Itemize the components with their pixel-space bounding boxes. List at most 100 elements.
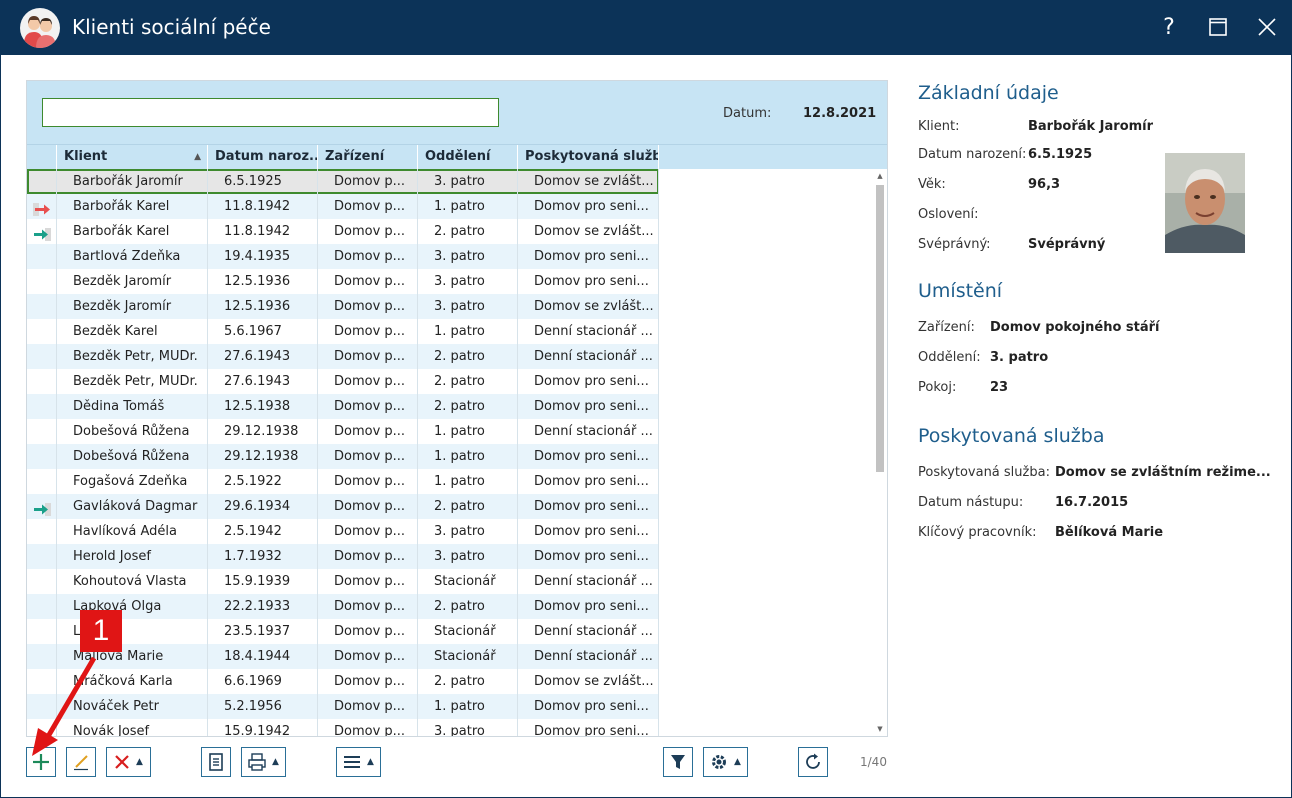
cell-klient: Kohoutová Vlasta [57,569,208,594]
chevron-up-icon: ▲ [272,757,279,767]
cell-oddeleni: 3. patro [418,519,518,544]
close-icon[interactable] [1252,12,1282,42]
cell-status [27,494,57,519]
cell-oddeleni: 1. patro [418,319,518,344]
cell-zarizeni: Domov p... [318,494,418,519]
settings-button[interactable]: ▲ [703,747,748,777]
table-row[interactable]: Gavláková Dagmar 29.6.1934 Domov p... 2. pa… [27,494,659,519]
filter-button[interactable] [663,747,693,777]
header-oddeleni[interactable]: Oddělení [418,145,518,170]
cell-sluzba: Domov pro seni... [518,369,659,394]
search-input[interactable] [42,98,499,127]
cell-klient: Barbořák Karel [57,194,208,219]
scroll-thumb[interactable] [876,185,884,472]
table-row[interactable]: Herold Josef 1.7.1932 Domov p... 3. patro Do… [27,544,659,569]
table-row[interactable]: Nováček Petr 5.2.1956 Domov p... 1. patro Do… [27,694,659,719]
table-row[interactable]: Barbořák Karel 11.8.1942 Domov p... 2. patr… [27,219,659,244]
cell-klient: Bezděk Jaromír [57,269,208,294]
cell-sluzba: Denní stacionář ... [518,419,659,444]
cell-status [27,544,57,569]
cell-status [27,194,57,219]
client-label: Klient: [918,119,960,134]
cell-sluzba: Domov pro seni... [518,394,659,419]
cell-klient: Herold Josef [57,544,208,569]
cell-oddeleni: 1. patro [418,194,518,219]
table-row[interactable]: Bartlová Zdeňka 19.4.1935 Domov p... 3. pat… [27,244,659,269]
table-row[interactable]: Bezděk Petr, MUDr. 27.6.1943 Domov p... 2. … [27,344,659,369]
table-row[interactable]: Novák Josef 15.9.1942 Domov p... 3. patro Do… [27,719,659,736]
table-row[interactable]: Bezděk Jaromír 12.5.1936 Domov p... 3. patr… [27,269,659,294]
cell-oddeleni: Stacionář [418,619,518,644]
cell-oddeleni: 3. patro [418,294,518,319]
room-label: Pokoj: [918,380,957,395]
chevron-up-icon: ▲ [136,757,143,767]
table-row[interactable]: Dobešová Růžena 29.12.1938 Domov p... 1. pa… [27,444,659,469]
cell-klient: Barbořák Karel [57,219,208,244]
table-row[interactable]: Fogašová Zdeňka 2.5.1922 Domov p... 1. patr… [27,469,659,494]
cell-status [27,594,57,619]
table-row[interactable]: Barbořák Jaromír 6.5.1925 Domov p... 3. pat… [27,169,659,194]
maximize-icon[interactable] [1203,12,1233,42]
table-row[interactable]: Barbořák Karel 11.8.1942 Domov p... 1. patr… [27,194,659,219]
cell-datum-narozeni: 27.6.1943 [208,344,318,369]
cell-status [27,569,57,594]
facility-label: Zařízení: [918,320,975,335]
cell-datum-narozeni: 6.5.1925 [208,169,318,194]
cell-klient: Bezděk Petr, MUDr. [57,369,208,394]
cell-datum-narozeni: 29.12.1938 [208,444,318,469]
cell-datum-narozeni: 12.5.1938 [208,394,318,419]
menu-button[interactable]: ▲ [336,747,381,777]
cell-sluzba: Domov pro seni... [518,469,659,494]
table-row[interactable]: Bezděk Petr, MUDr. 27.6.1943 Domov p... 2. … [27,369,659,394]
cell-oddeleni: 1. patro [418,469,518,494]
header-zarizeni[interactable]: Zařízení [318,145,418,170]
cell-oddeleni: Stacionář [418,569,518,594]
cell-klient: Fogašová Zdeňka [57,469,208,494]
cell-oddeleni: 1. patro [418,694,518,719]
refresh-button[interactable] [798,747,828,777]
help-glyph: ? [1163,14,1175,40]
document-button[interactable] [201,747,231,777]
arrow-in-icon [33,225,51,241]
cell-datum-narozeni: 22.2.1933 [208,594,318,619]
scroll-up-icon[interactable]: ▲ [873,169,887,183]
grid-filter-bar: Datum: 12.8.2021 [27,81,887,144]
cell-datum-narozeni: 18.4.1944 [208,644,318,669]
cell-datum-narozeni: 5.6.1967 [208,319,318,344]
department-value: 3. patro [990,350,1049,365]
department-label: Oddělení: [918,350,981,365]
competent-value: Svéprávný [1028,237,1106,252]
section-title-placement: Umístění [918,280,1003,302]
vertical-scrollbar[interactable]: ▲ ▼ [873,169,887,736]
cell-datum-narozeni: 23.5.1937 [208,619,318,644]
header-klient[interactable]: Klient ▲ [57,145,208,170]
table-row[interactable]: Bezděk Karel 5.6.1967 Domov p... 1. patro De… [27,319,659,344]
cell-datum-narozeni: 15.9.1942 [208,719,318,736]
table-row[interactable]: Kohoutová Vlasta 15.9.1939 Domov p... Staci… [27,569,659,594]
cell-status [27,169,57,194]
facility-value: Domov pokojného stáří [990,320,1160,335]
cell-klient: Bezděk Petr, MUDr. [57,344,208,369]
scroll-down-icon[interactable]: ▼ [873,722,887,736]
cell-oddeleni: 2. patro [418,494,518,519]
header-icon-column [27,145,57,170]
cell-status [27,369,57,394]
cell-zarizeni: Domov p... [318,444,418,469]
cell-oddeleni: 3. patro [418,719,518,736]
print-button[interactable]: ▲ [241,747,286,777]
sort-ascending-icon: ▲ [194,152,201,162]
cell-zarizeni: Domov p... [318,194,418,219]
table-row[interactable]: Dědina Tomáš 12.5.1938 Domov p... 2. patro D… [27,394,659,419]
cell-sluzba: Domov pro seni... [518,594,659,619]
header-datum-narozeni[interactable]: Datum naroz... [208,145,318,170]
client-photo [1165,153,1245,253]
table-row[interactable]: Dobešová Růžena 29.12.1938 Domov p... 1. pa… [27,419,659,444]
help-icon[interactable]: ? [1154,12,1184,42]
cell-datum-narozeni: 11.8.1942 [208,219,318,244]
print-icon [248,753,266,771]
table-row[interactable]: Bezděk Jaromír 12.5.1936 Domov p... 3. patr… [27,294,659,319]
table-row[interactable]: Havlíková Adéla 2.5.1942 Domov p... 3. patr… [27,519,659,544]
table-row[interactable]: Mráčková Karla 6.6.1969 Domov p... 2. patro… [27,669,659,694]
header-poskytovana-sluzba[interactable]: Poskytovaná služba [518,145,659,170]
cell-status [27,419,57,444]
